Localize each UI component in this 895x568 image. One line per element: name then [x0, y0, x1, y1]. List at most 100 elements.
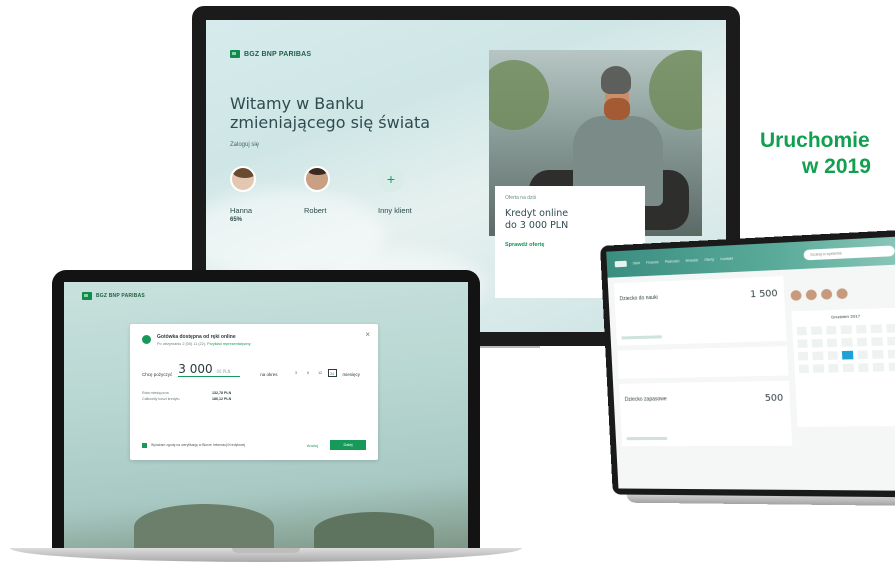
calendar-day[interactable] — [811, 326, 823, 335]
calendar-day[interactable] — [887, 349, 895, 359]
calendar-day[interactable] — [856, 337, 868, 347]
user-tile-hanna[interactable]: Hanna 65% — [230, 166, 276, 223]
avatar[interactable] — [820, 288, 833, 300]
dialog-footer: Wyrażam zgodę na weryfikację w Biurze In… — [142, 440, 366, 450]
calendar-day[interactable] — [798, 351, 809, 361]
period-option[interactable]: 3 — [292, 369, 301, 377]
calendar-day[interactable] — [886, 336, 895, 346]
account-card[interactable]: Dziecko do nauki 1 500 — [613, 276, 787, 346]
dialog-subtitle-text: Po otrzymaniu 2 (00) 11 (22), — [157, 342, 208, 346]
search-input[interactable]: Szukaj w systemie — [803, 245, 895, 261]
avatar[interactable] — [790, 290, 802, 301]
period-option[interactable]: 6 — [304, 369, 313, 377]
brand-name: BGZ BNP PARIBAS — [96, 293, 145, 299]
consent-checkbox[interactable] — [142, 442, 147, 448]
period-unit: miesięcy — [342, 372, 361, 377]
user-extra: 65% — [230, 217, 243, 223]
representative-example-link[interactable]: Przykład reprezentatywny — [207, 342, 250, 346]
period-option[interactable]: 12 — [316, 369, 325, 377]
account-progress — [626, 436, 668, 441]
tablet-topbar: Start Finanse Płatności Wnioski Oferty K… — [606, 236, 895, 278]
period-option-selected[interactable]: 24 — [327, 369, 337, 377]
next-button[interactable]: Dalej — [330, 440, 366, 450]
notice-card — [617, 346, 789, 379]
headline: Uruchomie w 2019 — [760, 128, 895, 180]
user-name: Robert — [304, 206, 327, 215]
macbook-screen: BGZ BNP PARIBAS × Gotówka dostępna od rę… — [64, 282, 468, 550]
account-balance: 500 — [764, 393, 784, 405]
calendar-day[interactable] — [827, 351, 839, 360]
rate-value: 132,78 PLN — [212, 391, 232, 395]
avatar[interactable] — [836, 288, 848, 300]
calendar-day[interactable] — [857, 363, 869, 372]
amount-label: Chcę pożyczyć — [142, 372, 173, 377]
offer-title-line-1: Kredyt online — [505, 208, 569, 219]
welcome-line-1: Witamy w Banku — [230, 94, 365, 113]
calendar-day[interactable] — [871, 337, 883, 347]
calendar-day[interactable] — [828, 363, 839, 373]
nav-item[interactable]: Wnioski — [685, 258, 698, 263]
user-tile-other[interactable]: + Inny klient — [378, 166, 424, 223]
total-value: 186,12 PLN — [212, 397, 232, 401]
amount-row: Chcę pożyczyć 3 000 00 PLN na okres 3 6 … — [142, 362, 366, 377]
accounts-list: Dziecko do nauki 1 500 Dziecko zapasowe … — [613, 276, 793, 451]
calendar-day[interactable] — [796, 326, 808, 336]
calendar-day[interactable] — [872, 350, 884, 359]
tablet-screen: Start Finanse Płatności Wnioski Oferty K… — [606, 236, 895, 491]
tablet-laptop: Start Finanse Płatności Wnioski Oferty K… — [600, 229, 895, 507]
calendar-day[interactable] — [857, 350, 869, 360]
brand-logo: BGZ BNP PARIBAS — [82, 292, 145, 300]
period-label: na okres — [260, 372, 278, 377]
dialog-subtitle: Po otrzymaniu 2 (00) 11 (22), Przykład r… — [157, 342, 251, 346]
tablet-lid: Start Finanse Płatności Wnioski Oferty K… — [600, 229, 895, 498]
offer-tag: Oferta na dziś — [505, 195, 537, 201]
consent-text: Wyrażam zgodę na weryfikację w Biurze In… — [151, 443, 246, 447]
account-card[interactable]: Dziecko zapasowe 500 — [619, 380, 793, 447]
nav-item[interactable]: Finanse — [646, 260, 659, 265]
nav-item[interactable]: Start — [633, 261, 641, 265]
cancel-link[interactable]: Anuluj — [307, 443, 318, 448]
dialog-header: Gotówka dostępna od ręki online Po otrzy… — [142, 334, 366, 346]
period-selector: 3 6 12 24 — [292, 369, 337, 377]
brand-logo: BGZ BNP PARIBAS — [230, 50, 495, 58]
brand-logo-icon — [82, 292, 92, 300]
avatar[interactable] — [805, 289, 818, 301]
brand-logo-icon — [614, 260, 627, 268]
calendar-day[interactable] — [887, 362, 895, 372]
calendar-day[interactable] — [797, 339, 809, 348]
nav-item[interactable]: Kontakt — [720, 257, 733, 262]
user-name: Inny klient — [378, 206, 412, 215]
add-client-icon[interactable]: + — [378, 166, 404, 192]
calendar-day[interactable] — [798, 364, 810, 374]
welcome-line-2: zmieniającego się świata — [230, 113, 431, 132]
cash-icon — [142, 335, 151, 344]
calendar-day[interactable] — [813, 364, 825, 373]
calendar-day[interactable] — [840, 325, 852, 335]
avatar[interactable] — [230, 166, 256, 192]
avatar[interactable] — [304, 166, 330, 192]
rate-label: Rata miesięczna — [142, 391, 169, 395]
calendar-day[interactable] — [885, 323, 895, 333]
nav-item[interactable]: Oferty — [704, 257, 714, 262]
people-list — [790, 286, 895, 301]
calendar-day[interactable] — [826, 338, 838, 348]
calendar-day-selected[interactable] — [842, 350, 854, 360]
user-tile-robert[interactable]: Robert — [304, 166, 350, 223]
headline-line-2: w 2019 — [802, 155, 871, 178]
calendar-day[interactable] — [811, 338, 823, 348]
user-list: Hanna 65% Robert + Inny klient — [230, 166, 495, 223]
mountain — [314, 512, 434, 550]
calendar-day[interactable] — [855, 324, 867, 334]
amount-input[interactable]: 3 000 00 PLN — [178, 362, 241, 377]
calendar-day[interactable] — [842, 363, 854, 373]
amount-unit: 00 PLN — [216, 369, 231, 374]
calendar-day[interactable] — [812, 351, 824, 361]
calendar-day[interactable] — [841, 338, 853, 347]
calendar-day[interactable] — [872, 362, 884, 372]
close-icon[interactable]: × — [365, 330, 370, 339]
calendar-day[interactable] — [825, 325, 837, 335]
calendar-grid — [796, 323, 895, 374]
user-name: Hanna — [230, 206, 253, 215]
calendar-day[interactable] — [870, 324, 882, 334]
nav-item[interactable]: Płatności — [665, 259, 680, 264]
